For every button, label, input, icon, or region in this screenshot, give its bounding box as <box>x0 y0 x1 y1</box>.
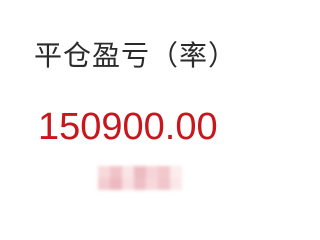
pixelated-redaction <box>98 166 182 190</box>
pnl-label: 平仓盈亏（率） <box>34 39 238 72</box>
pnl-panel: 平仓盈亏（率） 150900.00 <box>0 0 294 221</box>
pnl-value: 150900.00 <box>38 106 218 148</box>
